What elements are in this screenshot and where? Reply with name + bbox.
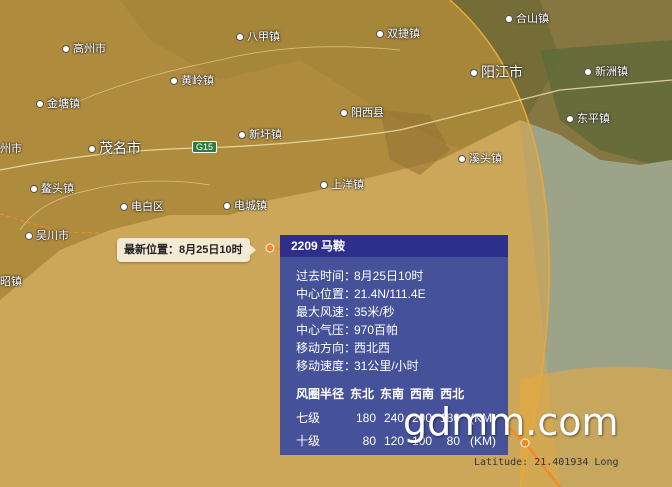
place-label: 新洲镇 bbox=[584, 63, 628, 79]
place-label: 双捷镇 bbox=[376, 25, 420, 41]
info-row: 过去时间：8月25日10时 bbox=[296, 269, 424, 283]
place-label: 八甲镇 bbox=[236, 28, 280, 44]
info-row: 最大风速：35米/秒 bbox=[296, 305, 395, 319]
place-label: 溪头镇 bbox=[458, 150, 502, 166]
place-label: 吴川市 bbox=[25, 227, 69, 243]
place-label: 州市 bbox=[0, 143, 22, 155]
info-row: 移动方向：西北西 bbox=[296, 341, 391, 355]
place-label: 电白区 bbox=[120, 198, 164, 214]
road-shield: G15 bbox=[192, 141, 218, 153]
track-point bbox=[265, 243, 275, 253]
info-row: 移动速度：31公里/小时 bbox=[296, 359, 419, 373]
info-row: 中心位置：21.4N/111.4E bbox=[296, 287, 426, 301]
place-label: 电城镇 bbox=[223, 197, 267, 213]
place-label: 金塘镇 bbox=[36, 95, 80, 111]
coordinate-readout: Latitude: 21.401934 Long bbox=[474, 457, 619, 468]
latest-position-label: 最新位置：8月25日10时 bbox=[117, 238, 256, 262]
place-label: 阳江市 bbox=[470, 62, 523, 82]
place-label: 东平镇 bbox=[566, 110, 610, 126]
popup-title: 2209 马鞍 bbox=[280, 235, 508, 257]
place-label: 昭镇 bbox=[0, 276, 22, 288]
place-label: 阳西县 bbox=[340, 104, 384, 120]
info-row: 中心气压：970百帕 bbox=[296, 323, 399, 337]
place-label: 新圩镇 bbox=[238, 126, 282, 142]
place-label: 鳌头镇 bbox=[30, 180, 74, 196]
place-label: 茂名市 bbox=[88, 138, 141, 158]
watermark: gdmm.com bbox=[403, 400, 619, 444]
place-label: 高州市 bbox=[62, 40, 106, 56]
place-label: 黄岭镇 bbox=[170, 72, 214, 88]
place-label: 上洋镇 bbox=[320, 176, 364, 192]
place-label: 合山镇 bbox=[505, 10, 549, 26]
